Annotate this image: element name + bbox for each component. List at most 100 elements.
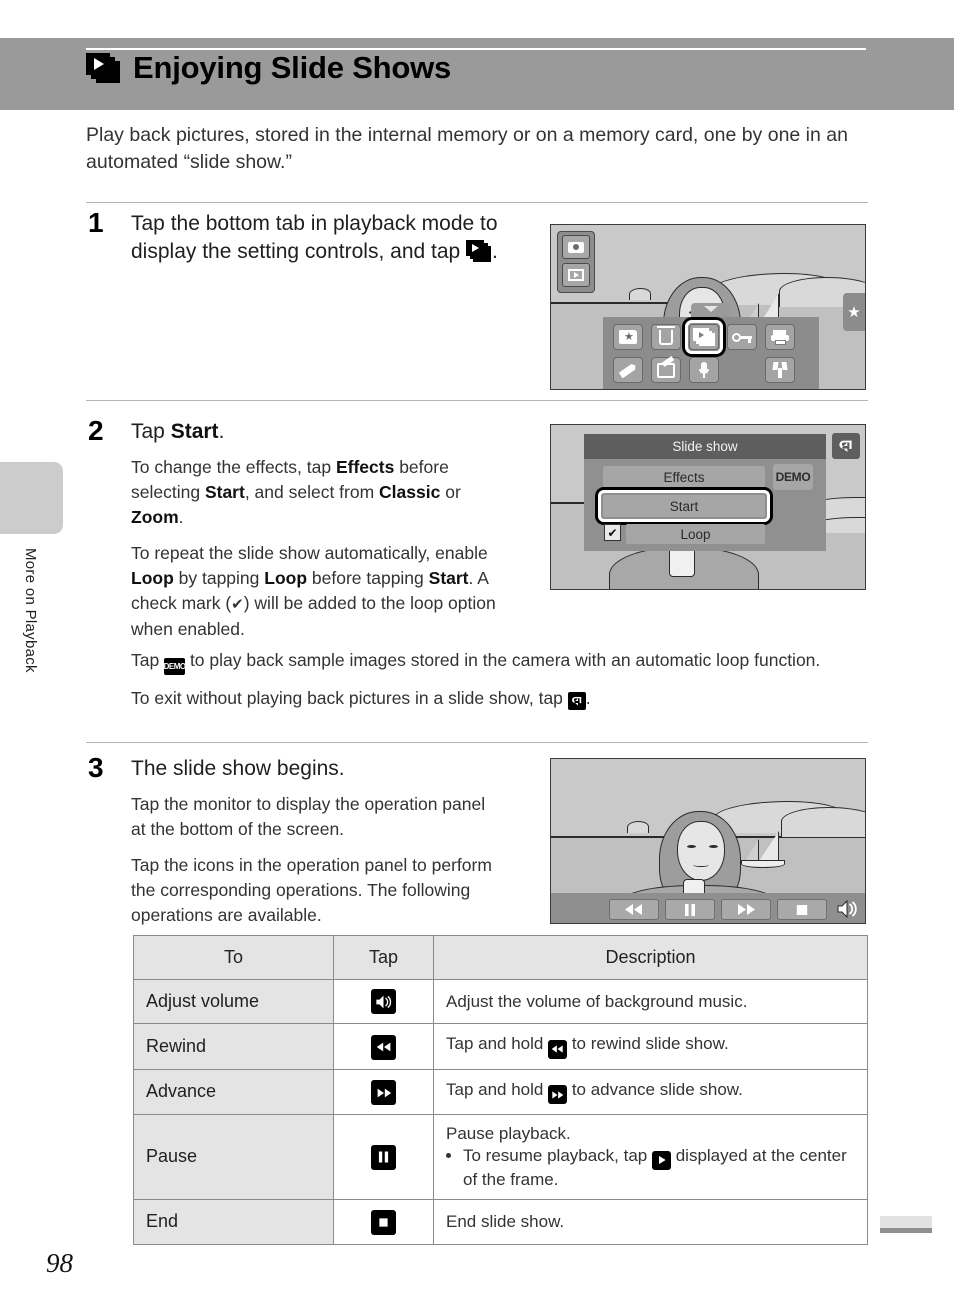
desc-bullet: To resume playback, tap displayed at the… xyxy=(463,1146,855,1190)
step-1-number: 1 xyxy=(88,207,104,238)
step-2-heading: Tap Start. xyxy=(131,418,531,446)
end-stop-icon xyxy=(371,1209,396,1235)
step-2-heading-plain: Tap xyxy=(131,420,171,443)
start-selection-highlight xyxy=(598,490,770,522)
intro-paragraph: Play back pictures, stored in the intern… xyxy=(86,124,848,173)
delete-trash-icon[interactable] xyxy=(651,324,681,350)
row-icon-cell xyxy=(333,1114,434,1200)
divider-above-step2 xyxy=(86,400,868,401)
divider-above-step3 xyxy=(86,742,868,743)
volume-icon[interactable] xyxy=(835,897,861,921)
desc-pre: Pause playback. xyxy=(446,1124,571,1143)
favorites-folder-icon[interactable]: ★ xyxy=(613,324,643,350)
table-row: Pause Pause playback. To resume playback… xyxy=(133,1114,868,1200)
menu-item-effects[interactable]: Effects xyxy=(603,466,765,488)
step-1-heading: Tap the bottom tab in playback mode to d… xyxy=(131,210,531,266)
advance-icon[interactable] xyxy=(721,899,771,920)
table-row: Rewind Tap and hold to rewind slide show… xyxy=(133,1023,868,1070)
protect-key-icon[interactable] xyxy=(727,324,757,350)
back-arrow-icon[interactable] xyxy=(832,433,860,459)
table-row: Adjust volume Adjust the volume of backg… xyxy=(133,979,868,1024)
row-label-pause: Pause xyxy=(133,1114,334,1200)
boat-hull xyxy=(741,860,785,868)
advance-icon xyxy=(548,1085,568,1104)
row-description-advance: Tap and hold to advance slide show. xyxy=(433,1068,868,1115)
desc-pre: Tap and hold xyxy=(446,1034,549,1053)
print-order-icon[interactable] xyxy=(765,324,795,350)
step-3-body: Tap the monitor to display the operation… xyxy=(131,792,503,928)
table-header-row: To Tap Description xyxy=(133,935,868,980)
volume-icon xyxy=(371,989,396,1014)
table-row: End End slide show. xyxy=(133,1198,868,1245)
demo-button[interactable]: DEMO xyxy=(773,464,813,490)
play-icon xyxy=(651,1150,671,1170)
slide-show-menu-title: Slide show xyxy=(584,434,826,459)
control-panel-tab[interactable] xyxy=(691,303,731,317)
row-description-adjust-volume: Adjust the volume of background music. xyxy=(433,979,868,1024)
figure-face xyxy=(677,821,725,881)
step-3-paragraph-1: Tap the monitor to display the operation… xyxy=(131,794,486,839)
step-1-heading-text: Tap the bottom tab in playback mode to d… xyxy=(131,212,498,263)
row-description-end: End slide show. xyxy=(433,1198,868,1245)
step-3-paragraph-2: Tap the icons in the operation panel to … xyxy=(131,855,492,925)
row-icon-cell xyxy=(333,1068,434,1115)
rock-left xyxy=(627,821,649,833)
step-2-body-upper: To change the effects, tap Effects befor… xyxy=(131,455,501,642)
header-title-group: Enjoying Slide Shows xyxy=(86,52,451,83)
demo-icon: DEMO xyxy=(164,658,186,675)
mountain-near xyxy=(781,807,865,837)
divider-above-step1 xyxy=(86,202,868,203)
slide-show-selection-highlight xyxy=(685,320,723,354)
setup-wrench-icon[interactable] xyxy=(765,357,795,383)
row-icon-cell xyxy=(333,979,434,1024)
row-label-end: End xyxy=(133,1198,334,1245)
step-2-number: 2 xyxy=(88,415,104,446)
row-icon-cell xyxy=(333,1198,434,1245)
advance-icon xyxy=(371,1080,396,1105)
pause-icon[interactable] xyxy=(665,899,715,920)
table-header-to: To xyxy=(133,935,334,980)
camera-mode-icon[interactable] xyxy=(562,235,590,259)
pause-icon xyxy=(371,1144,396,1170)
slide-show-icon xyxy=(86,52,120,83)
step-3-number: 3 xyxy=(88,752,104,783)
step-2-heading-bold: Start xyxy=(170,420,219,443)
end-stop-icon[interactable] xyxy=(777,899,827,920)
rewind-icon[interactable] xyxy=(609,899,659,920)
step-2-body-lower: Tap DEMO to play back sample images stor… xyxy=(131,648,871,711)
operations-table: To Tap Description Adjust volume Adjust … xyxy=(133,935,868,1245)
figure-eye-right xyxy=(709,845,718,848)
figure-step-3 xyxy=(550,758,866,924)
playback-mode-icon[interactable] xyxy=(562,263,590,287)
step-2-paragraph-4: To exit without playing back pictures in… xyxy=(131,688,591,710)
slide-show-icon xyxy=(466,240,492,262)
figure-eye-left xyxy=(687,845,696,848)
menu-item-loop[interactable]: Loop xyxy=(626,524,765,544)
row-label-adjust-volume: Adjust volume xyxy=(133,979,334,1024)
footer-marker-light xyxy=(880,1216,932,1228)
check-mark-icon: ✔ xyxy=(231,596,244,613)
edit-retouch-icon[interactable] xyxy=(651,355,681,383)
rock-left xyxy=(629,288,651,300)
figure-step-1: ★ ★ xyxy=(550,224,866,390)
row-label-advance: Advance xyxy=(133,1068,334,1115)
table-row: Advance Tap and hold to advance slide sh… xyxy=(133,1068,868,1115)
bullet-pre: To resume playback, tap xyxy=(463,1146,652,1165)
section-tab-marker xyxy=(0,462,63,534)
table-header-tap: Tap xyxy=(333,935,434,980)
table-header-description: Description xyxy=(433,935,868,980)
favorites-star-icon[interactable]: ★ xyxy=(843,293,865,331)
page-number: 98 xyxy=(46,1248,73,1278)
step-2-heading-end: . xyxy=(218,420,225,443)
desc-post: to advance slide show. xyxy=(567,1079,743,1099)
step-2-paragraph-2: To repeat the slide show automatically, … xyxy=(131,543,496,639)
page-title: Enjoying Slide Shows xyxy=(133,50,452,85)
voice-memo-mic-icon[interactable] xyxy=(689,357,719,383)
loop-checkbox[interactable]: ✔ xyxy=(604,524,621,541)
d-lighting-pencil-icon[interactable] xyxy=(613,357,643,383)
row-description-rewind: Tap and hold to rewind slide show. xyxy=(433,1023,868,1070)
row-label-rewind: Rewind xyxy=(133,1023,334,1070)
footer-marker-dark xyxy=(880,1228,932,1233)
step-2-paragraph-3: Tap DEMO to play back sample images stor… xyxy=(131,648,871,675)
step-2-paragraph-1: To change the effects, tap Effects befor… xyxy=(131,457,461,527)
